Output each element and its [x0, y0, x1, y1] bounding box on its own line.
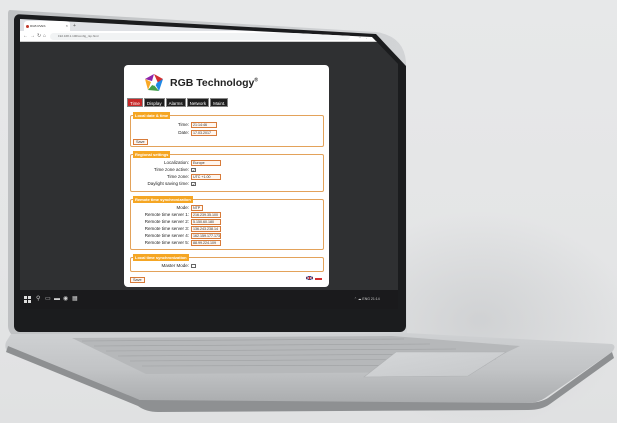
tab-network[interactable]: Network	[186, 98, 210, 107]
mode-select[interactable]: NTP	[191, 205, 203, 211]
explorer-icon[interactable]: ▬	[54, 295, 60, 303]
browser-tab-title: RGB RVES	[30, 24, 46, 28]
config-panel: RGB Technology® Time Display Alarms Netw…	[124, 65, 329, 287]
save-button[interactable]: Save	[130, 277, 145, 283]
local-date-time-legend: Local date & time	[133, 112, 171, 119]
rgb-logo-icon	[145, 74, 163, 91]
server3-input[interactable]: 136.243.238.14	[191, 226, 221, 232]
tab-time[interactable]: Time	[127, 98, 143, 107]
master-mode-label: Master Mode:	[161, 263, 189, 268]
save-time-button[interactable]: Save	[133, 139, 148, 145]
system-tray[interactable]: ⌃ ☁ ENG 21:14	[354, 296, 380, 302]
store-icon[interactable]: ▦	[72, 295, 78, 303]
server1-input[interactable]: 216.239.35.100	[191, 212, 221, 218]
brand-title: RGB Technology®	[170, 77, 259, 89]
server5-label: Remote time server 5:	[144, 240, 189, 245]
server4-label: Remote time server 4:	[144, 233, 189, 238]
date-input[interactable]: 17.03.2017	[191, 130, 217, 136]
mode-label: Mode:	[176, 205, 189, 210]
back-icon[interactable]: ←	[23, 32, 28, 41]
tab-alarms[interactable]: Alarms	[165, 98, 186, 107]
time-label: Time:	[177, 122, 189, 127]
task-view-icon[interactable]: ▭	[45, 295, 51, 303]
localization-label: Localization:	[163, 160, 189, 165]
local-sync-legend: Local time synchronization	[133, 254, 189, 261]
registered-mark: ®	[254, 77, 259, 84]
reload-icon[interactable]: ↻	[37, 32, 41, 41]
time-zone-active-label: Time zone active:	[153, 167, 189, 172]
local-sync-group: Local time synchronization Master Mode:	[130, 254, 324, 272]
server3-label: Remote time server 3:	[144, 226, 189, 231]
forward-icon[interactable]: →	[30, 32, 35, 41]
address-bar[interactable]: 192.168.1.100/config_ntp.html	[50, 33, 350, 40]
localization-select[interactable]: Europe	[191, 160, 221, 166]
taskbar: ⚲ ▭ ▬ ◉ ▦ ⌃ ☁ ENG 21:14	[20, 290, 398, 309]
regional-settings-group: Regional settings Localization: Europe T…	[130, 151, 324, 192]
date-label: Date:	[178, 130, 189, 135]
server5-input[interactable]: 88.99.224.109	[191, 240, 221, 246]
windows-start-icon[interactable]	[24, 296, 31, 303]
dst-label: Daylight saving time:	[147, 181, 189, 186]
master-mode-checkbox[interactable]	[191, 263, 196, 268]
time-zone-active-checkbox[interactable]: ✓	[191, 167, 196, 172]
new-tab-button[interactable]: +	[73, 21, 76, 31]
time-zone-label: Time zone:	[166, 174, 189, 179]
language-flags-icon[interactable]	[306, 276, 322, 280]
server1-label: Remote time server 1:	[144, 212, 189, 217]
server2-input[interactable]: 5.150.60.180	[191, 219, 221, 225]
favicon-icon	[26, 24, 29, 28]
browser-tab[interactable]: RGB RVES ×	[24, 21, 70, 31]
close-tab-icon[interactable]: ×	[66, 21, 68, 31]
time-zone-select[interactable]: UTC +1.00	[191, 174, 221, 180]
search-icon[interactable]: ⚲	[36, 295, 40, 303]
dst-checkbox[interactable]: ✓	[191, 181, 196, 186]
time-input[interactable]: 21:14:46	[191, 122, 217, 128]
server4-input[interactable]: 162.159.177.173	[191, 233, 221, 239]
tab-display[interactable]: Display	[143, 98, 165, 107]
regional-settings-legend: Regional settings	[133, 151, 171, 158]
server2-label: Remote time server 2:	[144, 219, 189, 224]
laptop-screen: RGB RVES × + ← → ↻ ⌂ 192.168.1.100/confi…	[20, 19, 398, 309]
local-date-time-group: Local date & time Time: 21:14:46 Date: 1…	[130, 112, 324, 147]
remote-sync-legend: Remote time synchronization	[133, 196, 193, 203]
config-tabs: Time Display Alarms Network Maint.	[127, 98, 229, 107]
remote-sync-group: Remote time synchronization Mode: NTP Re…	[130, 196, 324, 250]
tab-maintenance[interactable]: Maint.	[210, 98, 229, 107]
browser-icon[interactable]: ◉	[63, 295, 68, 303]
home-icon[interactable]: ⌂	[43, 32, 46, 41]
